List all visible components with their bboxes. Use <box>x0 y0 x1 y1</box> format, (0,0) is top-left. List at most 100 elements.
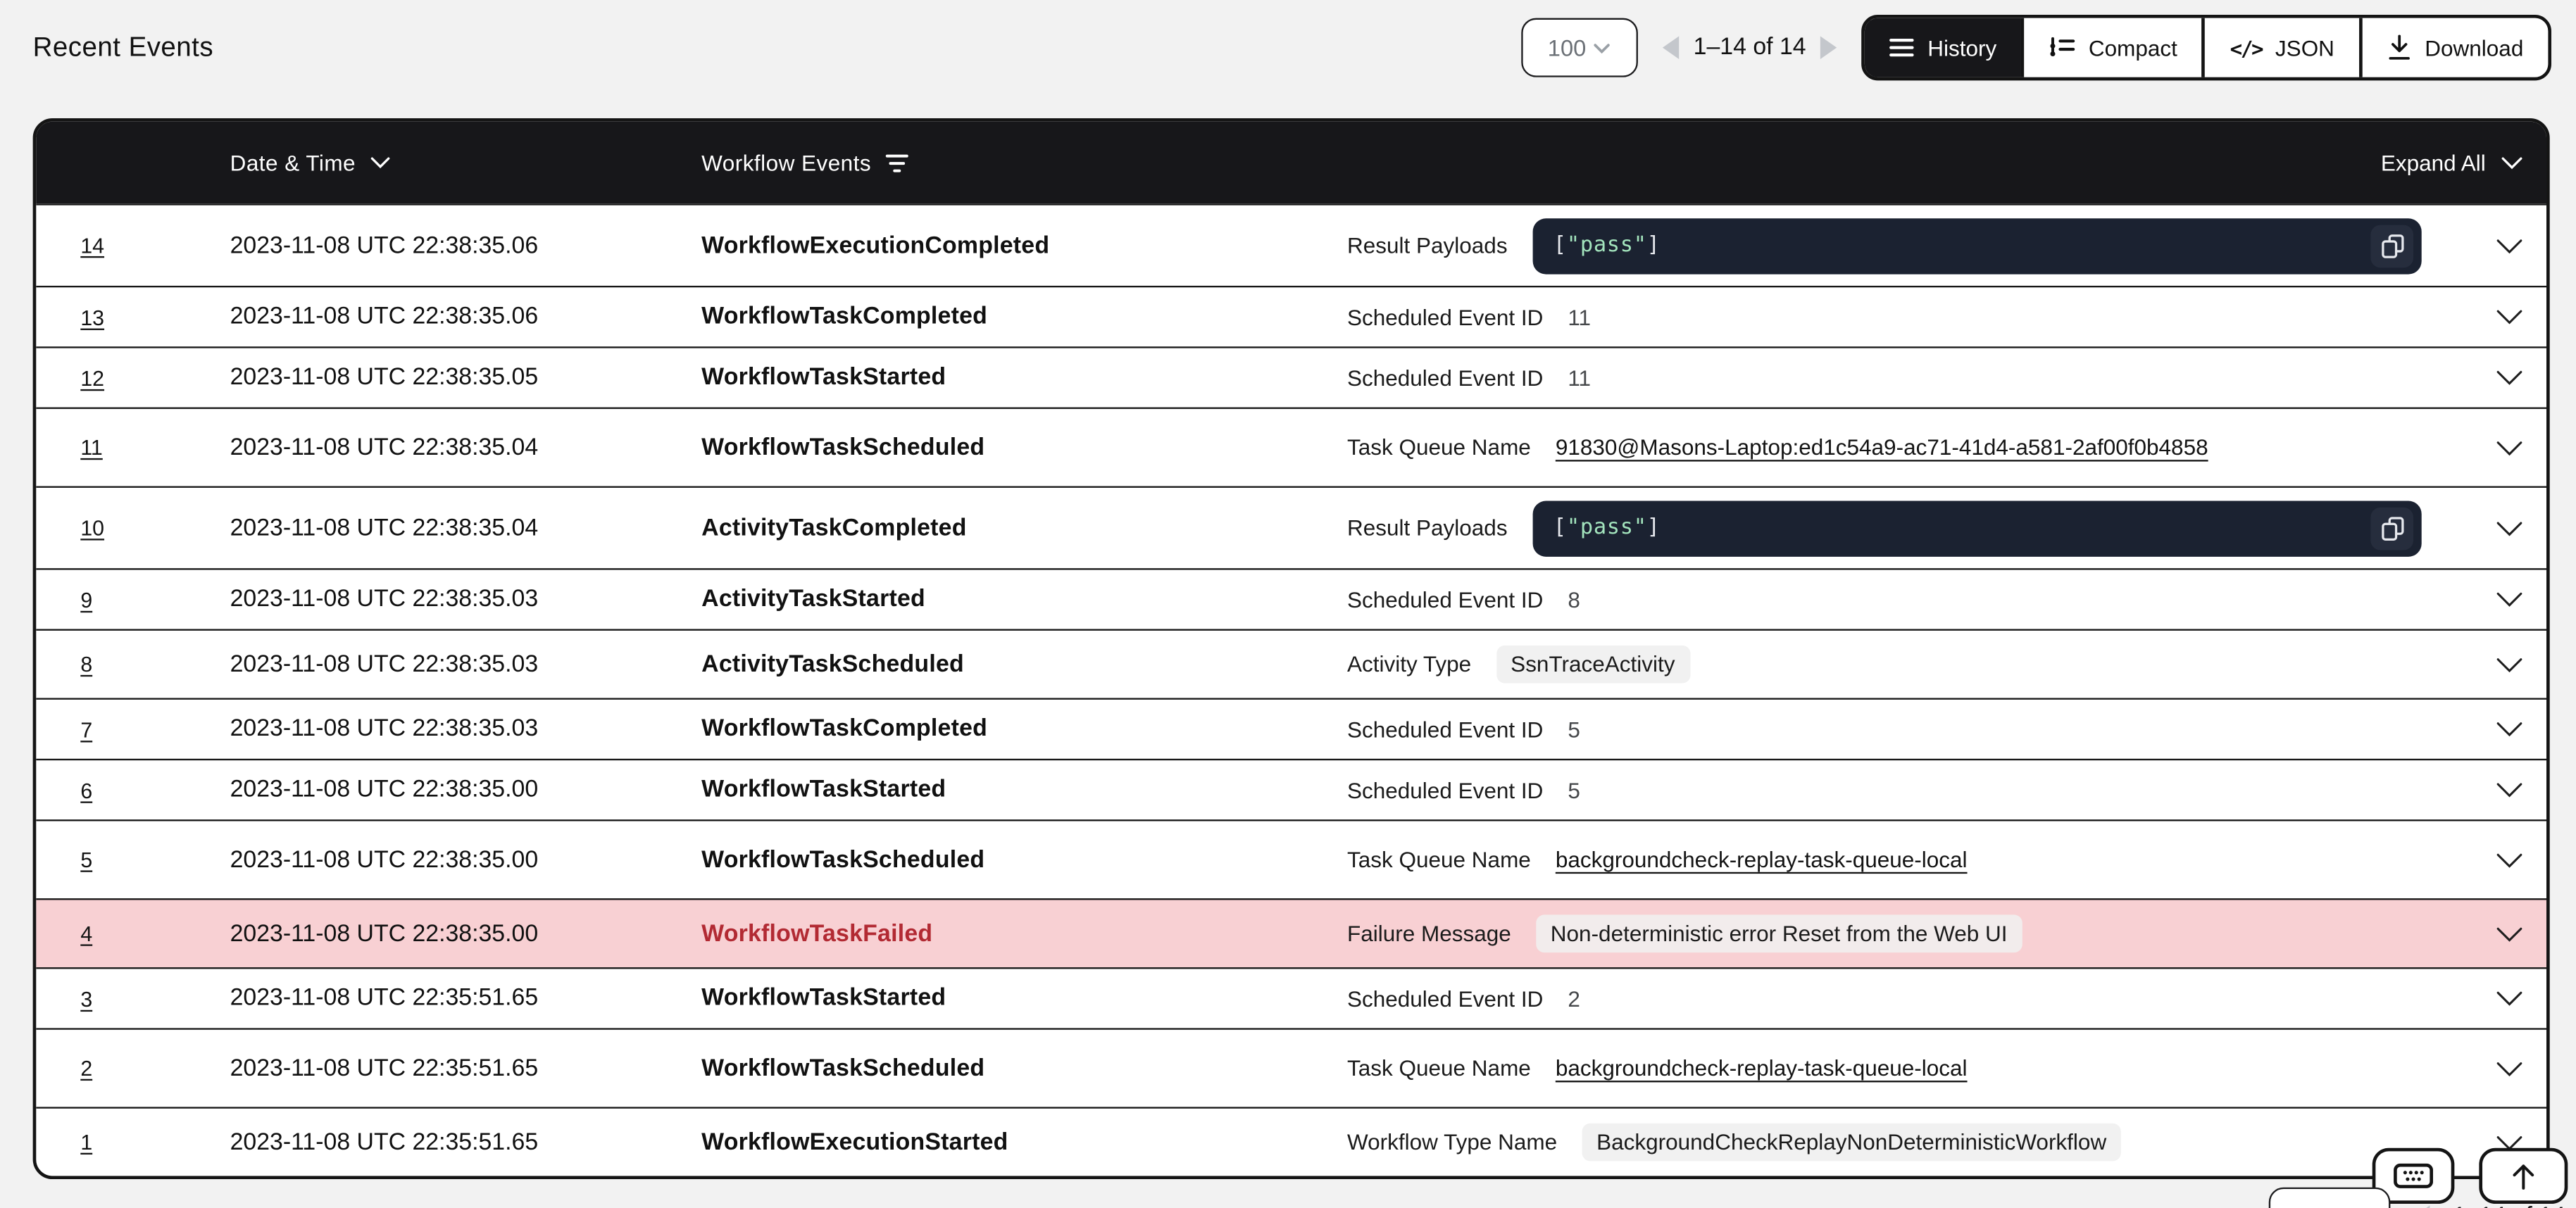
event-detail: Scheduled Event ID 2 <box>1347 986 2448 1011</box>
row-expand-chevron[interactable] <box>2496 370 2524 386</box>
row-expand-chevron[interactable] <box>2496 237 2524 253</box>
chevron-down-icon <box>2496 237 2524 253</box>
event-id-link[interactable]: 12 <box>80 365 230 390</box>
event-row[interactable]: 11 2023-11-08 UTC 22:38:35.04 WorkflowTa… <box>36 408 2546 486</box>
event-row[interactable]: 6 2023-11-08 UTC 22:38:35.00 WorkflowTas… <box>36 759 2546 819</box>
event-detail: Scheduled Event ID 11 <box>1347 365 2448 390</box>
chevron-down-icon <box>2496 990 2524 1007</box>
bottom-pagination: 100 1–14 of 14 <box>2269 1188 2576 1208</box>
row-expand-chevron[interactable] <box>2496 656 2524 672</box>
event-id-link[interactable]: 10 <box>80 516 230 541</box>
event-timestamp: 2023-11-08 UTC 22:38:35.04 <box>230 515 702 541</box>
event-timestamp: 2023-11-08 UTC 22:35:51.65 <box>230 1055 702 1081</box>
detail-link[interactable]: backgroundcheck-replay-task-queue-local <box>1556 1056 1968 1081</box>
page-size-value: 100 <box>1548 34 1586 61</box>
detail-badge: BackgroundCheckReplayNonDeterministicWor… <box>1582 1124 2121 1162</box>
download-button[interactable]: Download <box>2359 18 2548 77</box>
tab-compact[interactable]: Compact <box>2021 18 2202 77</box>
event-row[interactable]: 2 2023-11-08 UTC 22:35:51.65 WorkflowTas… <box>36 1028 2546 1107</box>
detail-label: Scheduled Event ID <box>1347 986 1543 1011</box>
row-expand-chevron[interactable] <box>2496 852 2524 868</box>
detail-label: Scheduled Event ID <box>1347 305 1543 329</box>
event-id-link[interactable]: 3 <box>80 986 230 1011</box>
detail-link[interactable]: 91830@Masons-Laptop:ed1c54a9-ac71-41d4-a… <box>1556 435 2208 460</box>
row-expand-chevron[interactable] <box>2496 721 2524 737</box>
event-id-link[interactable]: 8 <box>80 652 230 677</box>
row-expand-chevron[interactable] <box>2496 1060 2524 1076</box>
event-detail: Scheduled Event ID 8 <box>1347 587 2448 612</box>
download-icon <box>2387 34 2412 61</box>
page-size-select[interactable]: 100 <box>1521 18 1638 77</box>
event-row[interactable]: 7 2023-11-08 UTC 22:38:35.03 WorkflowTas… <box>36 698 2546 758</box>
event-id-link[interactable]: 13 <box>80 305 230 329</box>
detail-badge: SsnTraceActivity <box>1496 646 1689 684</box>
event-row[interactable]: 4 2023-11-08 UTC 22:38:35.00 WorkflowTas… <box>36 898 2546 967</box>
recent-events-page: Recent Events 100 1–14 of 14 History Com… <box>0 0 2576 1208</box>
copy-button[interactable] <box>2370 507 2413 550</box>
copy-icon <box>2380 515 2404 541</box>
event-row[interactable]: 13 2023-11-08 UTC 22:38:35.06 WorkflowTa… <box>36 286 2546 346</box>
top-toolbar: Recent Events 100 1–14 of 14 History Com… <box>33 0 2551 95</box>
previous-page-arrow-icon[interactable] <box>1662 36 1678 59</box>
event-timestamp: 2023-11-08 UTC 22:35:51.65 <box>230 986 702 1012</box>
events-table: Date & Time Workflow Events Expand All 1… <box>33 118 2550 1179</box>
event-detail: Result Payloads ["pass"] <box>1347 218 2448 273</box>
expand-all-button[interactable]: Expand All <box>2381 150 2523 175</box>
event-timestamp: 2023-11-08 UTC 22:38:35.04 <box>230 434 702 460</box>
detail-label: Scheduled Event ID <box>1347 717 1543 741</box>
chevron-down-icon <box>2496 439 2524 455</box>
row-expand-chevron[interactable] <box>2496 926 2524 942</box>
detail-label: Result Payloads <box>1347 233 1508 258</box>
event-name: ActivityTaskStarted <box>701 586 1347 612</box>
event-id-link[interactable]: 14 <box>80 233 230 258</box>
copy-button[interactable] <box>2370 224 2413 267</box>
filter-icon[interactable] <box>886 152 909 173</box>
event-id-link[interactable]: 4 <box>80 921 230 946</box>
payload-json: ["pass"] <box>1553 516 1661 541</box>
row-expand-chevron[interactable] <box>2496 520 2524 536</box>
pagination-range: 1–14 of 14 <box>1694 34 1806 61</box>
event-row[interactable]: 10 2023-11-08 UTC 22:38:35.04 ActivityTa… <box>36 486 2546 569</box>
chevron-down-icon <box>2501 155 2524 170</box>
row-expand-chevron[interactable] <box>2496 309 2524 325</box>
chevron-down-icon <box>2496 721 2524 737</box>
event-row[interactable]: 5 2023-11-08 UTC 22:38:35.00 WorkflowTas… <box>36 819 2546 898</box>
event-id-link[interactable]: 7 <box>80 717 230 741</box>
event-id-link[interactable]: 9 <box>80 587 230 612</box>
event-detail: Result Payloads ["pass"] <box>1347 500 2448 555</box>
event-row[interactable]: 12 2023-11-08 UTC 22:38:35.05 WorkflowTa… <box>36 346 2546 407</box>
page-size-select-bottom[interactable]: 100 <box>2269 1188 2391 1208</box>
event-timestamp: 2023-11-08 UTC 22:38:35.00 <box>230 921 702 947</box>
header-date-time[interactable]: Date & Time <box>230 150 702 175</box>
row-expand-chevron[interactable] <box>2496 439 2524 455</box>
event-detail: Scheduled Event ID 5 <box>1347 778 2448 803</box>
event-row[interactable]: 3 2023-11-08 UTC 22:35:51.65 WorkflowTas… <box>36 967 2546 1028</box>
event-row[interactable]: 9 2023-11-08 UTC 22:38:35.03 ActivityTas… <box>36 568 2546 629</box>
event-id-link[interactable]: 1 <box>80 1130 230 1154</box>
event-id-link[interactable]: 5 <box>80 848 230 872</box>
previous-page-arrow-icon[interactable] <box>2413 1205 2430 1208</box>
detail-value: 11 <box>1568 365 1591 390</box>
tab-history[interactable]: History <box>1865 18 2022 77</box>
event-row[interactable]: 8 2023-11-08 UTC 22:38:35.03 ActivityTas… <box>36 629 2546 698</box>
hamburger-icon <box>1890 38 1915 58</box>
event-row[interactable]: 1 2023-11-08 UTC 22:35:51.65 WorkflowExe… <box>36 1107 2546 1176</box>
next-page-arrow-icon[interactable] <box>1821 36 1837 59</box>
chevron-down-icon <box>2496 520 2524 536</box>
event-name: WorkflowTaskScheduled <box>701 847 1347 873</box>
detail-value: 2 <box>1568 986 1580 1011</box>
row-expand-chevron[interactable] <box>2496 990 2524 1007</box>
row-expand-chevron[interactable] <box>2496 781 2524 798</box>
tab-json[interactable]: </> JSON <box>2202 18 2359 77</box>
payload-json: ["pass"] <box>1553 233 1661 258</box>
event-id-link[interactable]: 6 <box>80 778 230 803</box>
view-switcher: History Compact </> JSON Download <box>1862 15 2551 80</box>
event-id-link[interactable]: 11 <box>80 435 230 460</box>
detail-label: Result Payloads <box>1347 516 1508 541</box>
code-icon: </> <box>2230 35 2263 60</box>
detail-label: Task Queue Name <box>1347 848 1531 872</box>
event-id-link[interactable]: 2 <box>80 1056 230 1081</box>
row-expand-chevron[interactable] <box>2496 591 2524 608</box>
event-row[interactable]: 14 2023-11-08 UTC 22:38:35.06 WorkflowEx… <box>36 203 2546 286</box>
detail-link[interactable]: backgroundcheck-replay-task-queue-local <box>1556 848 1968 872</box>
